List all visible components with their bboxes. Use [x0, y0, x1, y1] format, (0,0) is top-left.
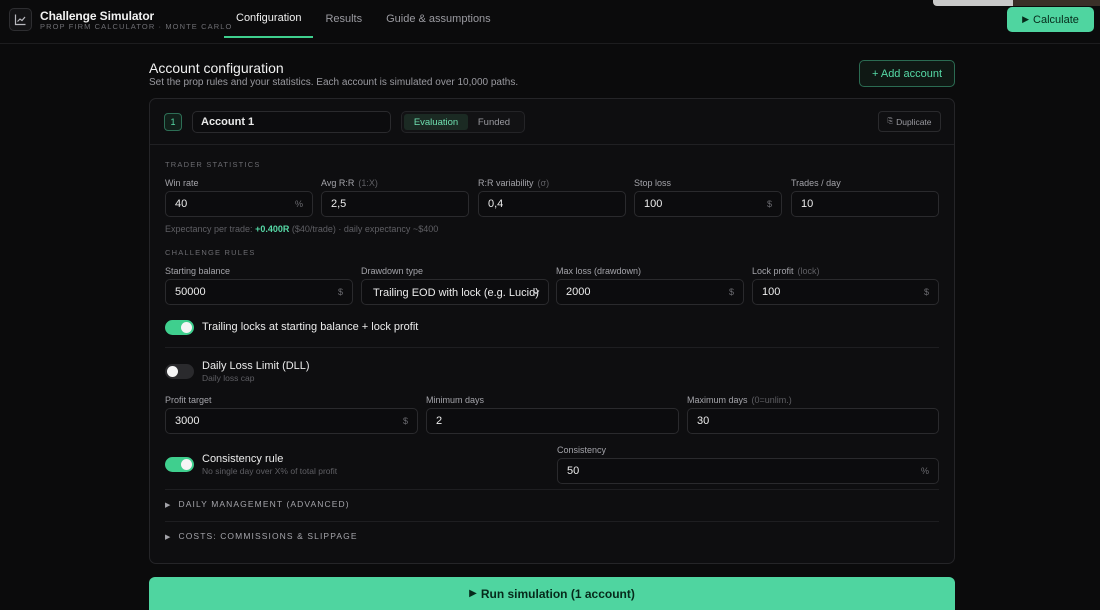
- dollar-unit: $: [337, 287, 343, 297]
- chart-logo-icon: [9, 8, 32, 31]
- min-days-field[interactable]: [426, 408, 679, 434]
- calculate-button[interactable]: ▶ Calculate: [1007, 7, 1094, 32]
- lock-profit-label: Lock profit (lock): [752, 266, 820, 276]
- section-challenge-rules: CHALLENGE RULES: [165, 248, 256, 257]
- avg-rr-input[interactable]: [322, 192, 468, 216]
- win-rate-input[interactable]: [166, 192, 312, 216]
- trailing-lock-toggle[interactable]: [165, 320, 194, 335]
- lock-profit-field[interactable]: $: [752, 279, 939, 305]
- profit-target-label: Profit target: [165, 395, 212, 405]
- page-description: Set the prop rules and your statistics. …: [149, 77, 519, 88]
- dollar-unit: $: [728, 287, 734, 297]
- duplicate-button[interactable]: ⎘ Duplicate: [878, 111, 941, 132]
- dll-label: Daily Loss Limit (DLL): [202, 360, 310, 372]
- consistency-rule-sublabel: No single day over X% of total profit: [202, 466, 338, 476]
- consistency-field[interactable]: %: [557, 458, 939, 484]
- tab-results[interactable]: Results: [313, 0, 374, 38]
- tab-guide[interactable]: Guide & assumptions: [374, 0, 503, 38]
- win-rate-label: Win rate: [165, 178, 199, 188]
- rr-variability-label: R:R variability (σ): [478, 178, 550, 188]
- chevron-down-icon: [532, 290, 540, 295]
- play-icon: ▶: [1022, 14, 1030, 24]
- trades-per-day-label: Trades / day: [791, 178, 841, 188]
- play-icon: ▶: [469, 588, 477, 599]
- daily-management-toggle[interactable]: ▶ DAILY MANAGEMENT (ADVANCED): [165, 499, 350, 509]
- max-days-label: Maximum days (0=unlim.): [687, 395, 792, 405]
- calculate-label: Calculate: [1033, 13, 1079, 26]
- win-rate-field[interactable]: %: [165, 191, 313, 217]
- max-loss-input[interactable]: [557, 280, 743, 304]
- avg-rr-label: Avg R:R (1:X): [321, 178, 378, 188]
- max-days-field[interactable]: [687, 408, 939, 434]
- percent-unit: %: [920, 466, 929, 476]
- starting-balance-label: Starting balance: [165, 266, 231, 276]
- min-days-label: Minimum days: [426, 395, 485, 405]
- mode-evaluation[interactable]: Evaluation: [404, 114, 468, 130]
- expectancy-value: +0.400R: [255, 224, 290, 234]
- min-days-input[interactable]: [427, 409, 678, 433]
- consistency-label: Consistency: [557, 445, 607, 455]
- divider: [165, 489, 939, 490]
- tab-configuration[interactable]: Configuration: [224, 0, 314, 38]
- add-account-button[interactable]: + Add account: [859, 60, 955, 87]
- app-subtitle: PROP FIRM CALCULATOR · MONTE CARLO: [40, 22, 233, 31]
- drawdown-type-label: Drawdown type: [361, 266, 424, 276]
- dll-sublabel: Daily loss cap: [202, 373, 255, 383]
- starting-balance-field[interactable]: $: [165, 279, 353, 305]
- consistency-rule-toggle[interactable]: [165, 457, 194, 472]
- main-tabs: Configuration Results Guide & assumption…: [224, 0, 503, 44]
- stop-loss-input[interactable]: [635, 192, 781, 216]
- profit-target-field[interactable]: $: [165, 408, 418, 434]
- banner-strip: [933, 0, 1100, 6]
- divider: [165, 521, 939, 522]
- drawdown-type-value: Trailing EOD with lock (e.g. Lucid): [373, 287, 539, 299]
- divider: [165, 347, 939, 348]
- app-title: Challenge Simulator: [40, 9, 155, 23]
- copy-icon: ⎘: [887, 117, 894, 125]
- starting-balance-input[interactable]: [166, 280, 352, 304]
- run-simulation-button[interactable]: ▶ Run simulation (1 account): [149, 577, 955, 610]
- dollar-unit: $: [402, 416, 408, 426]
- costs-toggle[interactable]: ▶ COSTS: COMMISSIONS & SLIPPAGE: [165, 531, 358, 541]
- mode-toggle: Evaluation Funded: [401, 111, 525, 133]
- rr-variability-input[interactable]: [479, 192, 625, 216]
- section-trader-statistics: TRADER STATISTICS: [165, 160, 261, 169]
- account-card-header: 1 Evaluation Funded ⎘ Duplicate: [150, 99, 954, 145]
- expectancy-summary: Expectancy per trade: +0.400R ($40/trade…: [165, 224, 439, 234]
- account-number-badge: 1: [164, 113, 182, 131]
- consistency-input[interactable]: [558, 459, 938, 483]
- duplicate-label: Duplicate: [896, 116, 932, 127]
- consistency-rule-label: Consistency rule: [202, 453, 284, 465]
- caret-right-icon: ▶: [165, 534, 172, 541]
- trades-per-day-input[interactable]: [792, 192, 938, 216]
- avg-rr-field[interactable]: [321, 191, 469, 217]
- drawdown-type-select[interactable]: Trailing EOD with lock (e.g. Lucid): [361, 279, 549, 305]
- profit-target-input[interactable]: [166, 409, 417, 433]
- percent-unit: %: [294, 199, 303, 209]
- mode-funded[interactable]: Funded: [468, 114, 520, 130]
- dollar-unit: $: [766, 199, 772, 209]
- trailing-lock-label: Trailing locks at starting balance + loc…: [202, 321, 419, 333]
- lock-profit-input[interactable]: [753, 280, 938, 304]
- top-bar: Challenge Simulator PROP FIRM CALCULATOR…: [0, 0, 1100, 44]
- account-card: 1 Evaluation Funded ⎘ Duplicate TRADER S…: [149, 98, 955, 564]
- rr-variability-field[interactable]: [478, 191, 626, 217]
- run-simulation-label: Run simulation (1 account): [480, 586, 635, 601]
- stop-loss-label: Stop loss: [634, 178, 672, 188]
- trades-per-day-field[interactable]: [791, 191, 939, 217]
- caret-right-icon: ▶: [165, 502, 172, 509]
- max-loss-field[interactable]: $: [556, 279, 744, 305]
- page-title: Account configuration: [149, 60, 284, 76]
- max-days-input[interactable]: [688, 409, 938, 433]
- max-loss-label: Max loss (drawdown): [556, 266, 642, 276]
- account-name-input[interactable]: [192, 111, 391, 133]
- stop-loss-field[interactable]: $: [634, 191, 782, 217]
- dll-toggle[interactable]: [165, 364, 194, 379]
- dollar-unit: $: [923, 287, 929, 297]
